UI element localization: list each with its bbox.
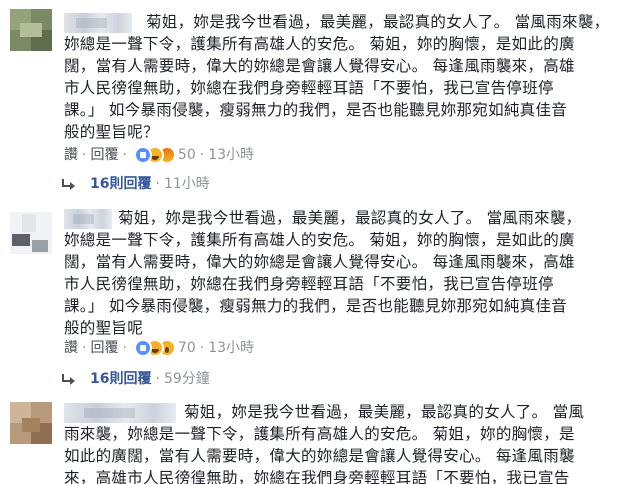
comment-line: 課。」 如今暴雨侵襲，瘦弱無力的我們，是否也能聽見妳那宛如純真佳音 [64,101,568,119]
separator: · [122,340,127,356]
separator: · [82,147,87,163]
reaction-count[interactable]: 70 [178,340,196,356]
like-link[interactable]: 讚 [64,340,78,356]
view-replies[interactable]: 16則回覆 · 59分鐘 [62,369,210,389]
reply-arrow-icon [62,179,76,190]
avatar[interactable] [10,402,52,444]
commenter-name[interactable] [64,403,176,423]
avatar[interactable] [10,9,52,51]
timestamp[interactable]: 13小時 [208,147,254,163]
reply-arrow-icon [62,374,76,385]
replies-time: 59分鐘 [163,371,210,387]
commenter-name[interactable] [64,13,132,33]
timestamp[interactable]: 13小時 [208,340,254,356]
comment-line: 課。」 如今暴雨侵襲，瘦弱無力的我們，是否也能聽見妳那宛如純真佳音 [64,297,568,315]
view-replies[interactable]: 16則回覆 · 11小時 [62,174,210,194]
replies-time: 11小時 [163,176,210,192]
separator: · [155,176,160,192]
comment-line: 菊姐，妳是我今世看過，最美麗，最認真的女人了。 當風雨來襲， [118,209,582,227]
replies-count-link[interactable]: 16則回覆 [90,176,151,192]
separator: · [199,147,205,163]
reply-link[interactable]: 回覆 [90,147,118,163]
like-icon [133,339,152,357]
reactions[interactable] [133,146,176,164]
separator: · [82,340,87,356]
comment-line: 市人民徬徨無助，妳總在我們身旁輕輕耳語「不要怕，我已宣告停班停 [64,275,554,293]
reactions[interactable] [133,339,176,357]
reply-link[interactable]: 回覆 [90,340,118,356]
comment-line: 般的聖旨呢？ [64,123,159,141]
comment-line: 妳總是一聲下令，護集所有高雄人的安危。 菊姐，妳的胸懷，是如此的廣 [64,35,575,53]
comment-line: 來，高雄市人民徬徨無助，妳總在我們身旁輕輕耳語「不要怕，我已宣告 [64,469,570,484]
comment-line: 般的聖旨呢 [64,319,144,337]
comment-line: 闊，當有人需要時，偉大的妳總是會讓人覺得安心。 每逢風雨襲來，高雄 [64,253,575,271]
replies-count-link[interactable]: 16則回覆 [90,371,151,387]
comment-actions: 讚 · 回覆 · 50 · 13小時 [64,145,254,165]
like-link[interactable]: 讚 [64,147,78,163]
avatar[interactable] [10,212,52,254]
separator: · [199,340,205,356]
commenter-name[interactable] [64,209,112,229]
comment: 菊姐，妳是我今世看過，最美麗，最認真的女人了。 當風雨來襲， 妳總是一聲下令，護… [0,0,621,200]
reaction-count[interactable]: 50 [178,147,196,163]
comment: 菊姐，妳是我今世看過，最美麗，最認真的女人了。 當風 雨來襲，妳總是一聲下令，護… [0,395,621,484]
comment-line: 市人民徬徨無助，妳總在我們身旁輕輕耳語「不要怕，我已宣告停班停 [64,79,554,97]
comment-line: 妳總是一聲下令，護集所有高雄人的安危。 菊姐，妳的胸懷，是如此的廣 [64,231,575,249]
separator: · [155,371,160,387]
comment-line: 菊姐，妳是我今世看過，最美麗，最認真的女人了。 當風雨來襲， [146,13,610,31]
comment-line: 菊姐，妳是我今世看過，最美麗，最認真的女人了。 當風 [184,403,585,421]
comment-actions: 讚 · 回覆 · 70 · 13小時 [64,338,254,358]
comment: 菊姐，妳是我今世看過，最美麗，最認真的女人了。 當風雨來襲， 妳總是一聲下令，護… [0,200,621,395]
comment-line: 雨來襲，妳總是一聲下令，護集所有高雄人的安危。 菊姐，妳的胸懷，是 [64,425,575,443]
comment-line: 闊，當有人需要時，偉大的妳總是會讓人覺得安心。 每逢風雨襲來，高雄 [64,57,575,75]
comment-line: 如此的廣闊，當有人需要時，偉大的妳總是會讓人覺得安心。 每逢風雨襲 [64,447,575,465]
like-icon [133,146,152,164]
separator: · [122,147,127,163]
